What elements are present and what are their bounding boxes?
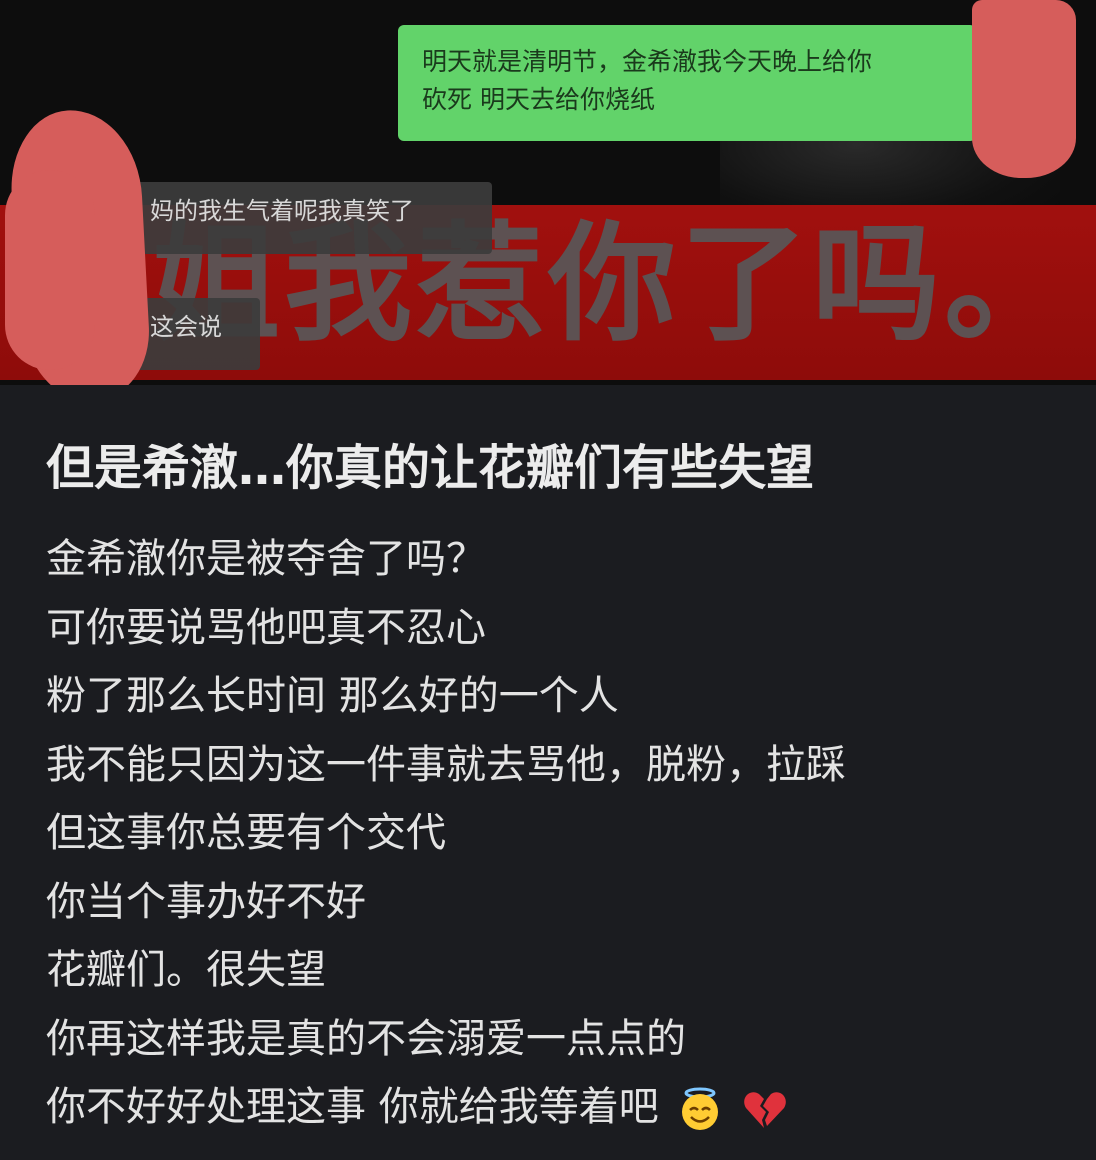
post-line: 金希澈你是被夺舍了吗？ [46, 536, 486, 582]
post-body: 金希澈你是被夺舍了吗？ 可你要说骂他吧真不忍心 粉了那么长时间 那么好的一个人 … [46, 525, 1086, 1142]
chat-screenshot-image: 阳姐我惹你了吗。 明天就是清明节，金希澈我今天晚上给你 砍死 明天去给你烧纸 妈… [0, 0, 1096, 385]
post-line-text: 你不好好处理这事 你就给我等着吧 [46, 1084, 659, 1130]
post-line: 你当个事办好不好 [46, 878, 366, 925]
received-message-bubble-1: 妈的我生气着呢我真笑了 [130, 182, 492, 254]
post-line: 可你要说骂他吧真不忍心 [46, 604, 486, 651]
truncated-line [46, 1130, 1046, 1160]
post-title: 但是希澈…你真的让花瓣们有些失望 [46, 440, 815, 496]
received-message-bubble-2: 这会说 [130, 298, 260, 370]
sent-message-bubble: 明天就是清明节，金希澈我今天晚上给你 砍死 明天去给你烧纸 [398, 25, 976, 141]
sent-message-line-2: 砍死 明天去给你烧纸 [422, 85, 655, 114]
sent-message-line-1: 明天就是清明节，金希澈我今天晚上给你 [422, 47, 873, 76]
post-line: 我不能只因为这一件事就去骂他，脱粉，拉踩 [46, 741, 846, 788]
redaction-mark-right [972, 0, 1076, 178]
post-line: 花瓣们。很失望 [46, 947, 326, 993]
smiling-face-with-halo-icon [682, 1087, 719, 1130]
post-line: 但这事你总要有个交代 [46, 810, 446, 856]
post-line: 粉了那么长时间 那么好的一个人 [46, 673, 619, 719]
broken-heart-icon [744, 1092, 786, 1128]
redaction-mark-left-lower [5, 170, 95, 370]
post-line: 你再这样我是真的不会溺爱一点点的 [46, 1015, 686, 1062]
